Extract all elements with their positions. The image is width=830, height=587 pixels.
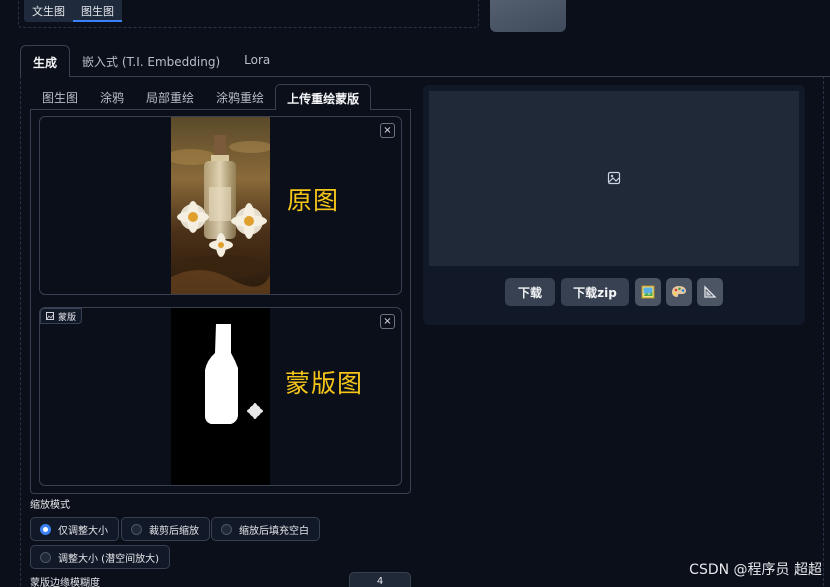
top-thumbnail[interactable] [490, 0, 566, 32]
radio-label: 缩放后填充空白 [239, 525, 309, 537]
main-tab-bar: 生成 嵌入式 (T.I. Embedding) Lora [20, 45, 282, 77]
palette-icon [672, 286, 686, 297]
tab-txt2img[interactable]: 文生图 [24, 0, 73, 22]
tab-embedding[interactable]: 嵌入式 (T.I. Embedding) [70, 45, 232, 77]
sub-tab-bar: 图生图 涂鸦 局部重绘 涂鸦重绘 上传重绘蒙版 [31, 84, 372, 110]
subtab-img2img[interactable]: 图生图 [31, 84, 89, 110]
image-label-icon [46, 312, 54, 320]
radio-label: 裁剪后缩放 [149, 525, 199, 537]
ruler-icon [704, 285, 717, 298]
radio-label: 调整大小 (潜空间放大) [58, 553, 159, 565]
radio-dot [131, 523, 142, 535]
mask-blur-input[interactable]: 4 [349, 572, 411, 587]
mask-label: 蒙版 [40, 308, 83, 324]
send-to-inpaint-button[interactable] [666, 278, 692, 306]
watermark: CSDN @程序员 超超 [689, 562, 822, 578]
download-zip-button[interactable]: 下载zip [561, 278, 629, 306]
source-overlay-label: 原图 [287, 186, 340, 215]
subtab-inpaint-sketch[interactable]: 涂鸦重绘 [205, 84, 275, 110]
subtab-inpaint[interactable]: 局部重绘 [135, 84, 205, 110]
radio-latent-upscale[interactable]: 调整大小 (潜空间放大) [30, 545, 170, 569]
send-to-extras-button[interactable] [697, 278, 723, 306]
mask-blur-label: 蒙版边缘模糊度 [30, 578, 100, 587]
radio-dot [40, 523, 51, 535]
mask-overlay-label: 蒙版图 [285, 369, 364, 398]
source-image [171, 117, 270, 294]
tab-img2img[interactable]: 图生图 [73, 0, 122, 22]
download-button[interactable]: 下载 [505, 278, 555, 306]
subtab-inpaint-upload[interactable]: 上传重绘蒙版 [275, 84, 372, 110]
subtab-sketch[interactable]: 涂鸦 [89, 84, 135, 110]
mask-label-text: 蒙版 [58, 312, 77, 323]
radio-resize-fill[interactable]: 缩放后填充空白 [211, 517, 320, 541]
tab-lora[interactable]: Lora [232, 45, 282, 77]
mask-image [171, 308, 270, 485]
radio-just-resize[interactable]: 仅调整大小 [30, 517, 119, 541]
close-source-button[interactable]: × [380, 123, 395, 138]
tab-generate[interactable]: 生成 [20, 45, 71, 77]
close-mask-button[interactable]: × [380, 314, 395, 329]
image-file-icon [641, 285, 655, 299]
radio-dot [40, 551, 51, 563]
image-placeholder-icon [607, 171, 621, 185]
send-to-img2img-button[interactable] [635, 278, 661, 306]
resize-mode-label: 缩放模式 [30, 500, 70, 511]
radio-dot [221, 523, 232, 535]
radio-label: 仅调整大小 [58, 525, 108, 537]
radio-crop-resize[interactable]: 裁剪后缩放 [121, 517, 210, 541]
top-tab-bar: 文生图 图生图 [24, 0, 122, 22]
